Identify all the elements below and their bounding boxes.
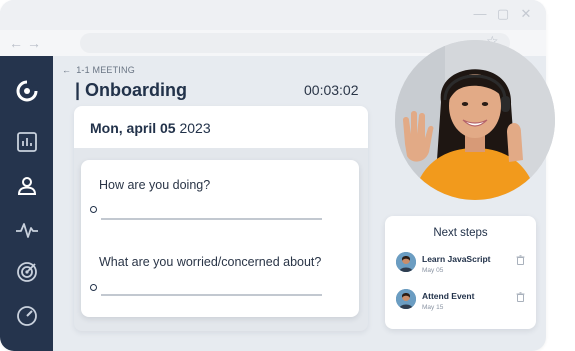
meeting-date-year: 2023 bbox=[179, 120, 211, 136]
question-bullet bbox=[90, 206, 97, 213]
maximize-button[interactable]: ▢ bbox=[496, 7, 510, 21]
next-steps-card: Next steps Learn JavaScript May 05 Atten… bbox=[385, 216, 536, 329]
breadcrumb[interactable]: ← 1-1 MEETING bbox=[62, 65, 135, 77]
trash-icon[interactable] bbox=[516, 255, 525, 265]
close-button[interactable]: ✕ bbox=[519, 7, 533, 21]
forward-arrow-icon[interactable]: → bbox=[27, 35, 41, 51]
trash-icon[interactable] bbox=[516, 292, 525, 302]
questions-panel: How are you doing? What are you worried/… bbox=[81, 160, 359, 317]
avatar bbox=[396, 289, 416, 309]
speedometer-icon[interactable] bbox=[14, 302, 40, 328]
question-label: How are you doing? bbox=[99, 178, 211, 192]
user-icon[interactable] bbox=[14, 173, 40, 199]
next-steps-title: Next steps bbox=[433, 227, 488, 239]
back-arrow-icon[interactable]: ← bbox=[9, 35, 23, 51]
target-icon[interactable] bbox=[14, 259, 40, 285]
activity-icon[interactable] bbox=[14, 217, 40, 243]
logo-icon[interactable] bbox=[14, 78, 40, 104]
back-arrow-icon[interactable]: ← bbox=[62, 65, 71, 75]
meeting-date-day: Mon, april 05 bbox=[90, 120, 176, 136]
step-date: May 15 bbox=[422, 304, 444, 311]
page-title: | Onboarding bbox=[75, 80, 188, 100]
answer-field[interactable] bbox=[101, 218, 322, 220]
meeting-timer: 00:03:02 bbox=[304, 82, 359, 98]
list-item[interactable]: Learn JavaScript May 05 bbox=[396, 252, 530, 278]
question-bullet bbox=[90, 284, 97, 291]
title-bar: — ▢ ✕ bbox=[0, 0, 546, 30]
video-participant-avatar bbox=[395, 40, 555, 200]
minimize-button[interactable]: — bbox=[473, 7, 487, 21]
step-date: May 05 bbox=[422, 267, 444, 274]
meeting-card-header: Mon, april 05 2023 bbox=[74, 106, 368, 148]
list-item[interactable]: Attend Event May 15 bbox=[396, 289, 530, 315]
answer-field[interactable] bbox=[101, 294, 322, 296]
sidebar bbox=[0, 56, 53, 351]
question-label: What are you worried/concerned about? bbox=[99, 255, 322, 269]
breadcrumb-label: 1-1 MEETING bbox=[76, 65, 135, 75]
participant-photo bbox=[395, 40, 555, 200]
chart-icon[interactable] bbox=[14, 129, 40, 155]
step-label: Learn JavaScript bbox=[422, 254, 491, 264]
avatar bbox=[396, 252, 416, 272]
meeting-card: Mon, april 05 2023 How are you doing? Wh… bbox=[74, 106, 368, 331]
meeting-date: Mon, april 05 2023 bbox=[90, 120, 211, 136]
step-label: Attend Event bbox=[422, 291, 475, 301]
